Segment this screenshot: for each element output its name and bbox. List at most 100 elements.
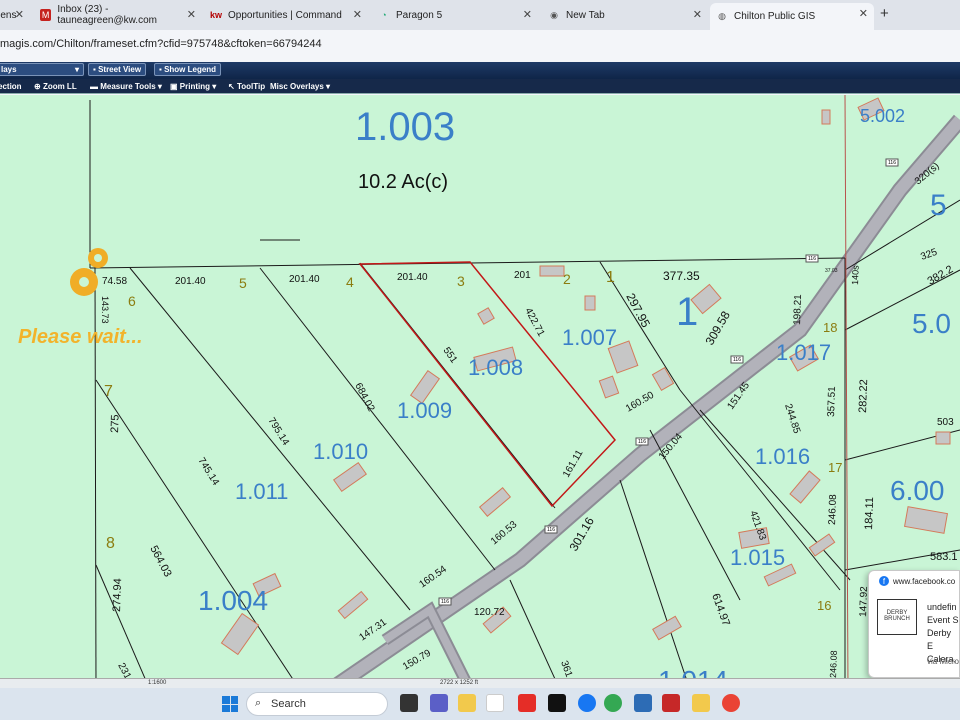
- measure-label: Measure Tools ▾: [100, 82, 162, 91]
- printing-label: Printing ▾: [179, 82, 217, 91]
- dimension-label: 150.79: [401, 648, 433, 673]
- start-button[interactable]: [222, 696, 238, 712]
- dimension-label: 361: [558, 659, 574, 678]
- parcel-id-label: 1.011: [235, 479, 288, 504]
- dimension-label: 37.03: [825, 268, 838, 274]
- popup-site: www.facebook.co: [893, 576, 956, 586]
- dimension-label: 120.72: [474, 607, 505, 618]
- task-view-icon[interactable]: [400, 694, 418, 712]
- teams-icon[interactable]: [430, 694, 448, 712]
- parcel-id-label: 1: [676, 290, 698, 334]
- parcel-id-label: 1.017: [776, 340, 831, 365]
- dimension-label: 382.2: [926, 263, 956, 287]
- parcel-id-label: 1.015: [730, 545, 785, 570]
- zoom-ll-tool[interactable]: ⊕ Zoom LL: [34, 80, 77, 93]
- close-icon[interactable]: ✕: [859, 7, 868, 20]
- dimension-label: 201.40: [175, 276, 206, 287]
- tooltip-tool[interactable]: ↖ ToolTip: [228, 80, 265, 93]
- logo-text: DERBY BRUNCH: [884, 610, 910, 622]
- dimension-label: 325: [919, 247, 939, 263]
- dimension-label: 422.71: [522, 306, 546, 339]
- app-icon[interactable]: [634, 694, 652, 712]
- dimension-label: 184.11: [863, 497, 876, 530]
- chrome-icon[interactable]: [604, 694, 622, 712]
- dimension-label: 297.95: [623, 291, 653, 330]
- zoom-label: Zoom LL: [42, 82, 77, 91]
- app-icon[interactable]: [662, 694, 680, 712]
- dimension-label: 160.53: [489, 519, 520, 547]
- dimension-label: 160.54: [417, 564, 449, 591]
- loading-gears-icon: [70, 248, 108, 296]
- show-legend-button[interactable]: ▪ Show Legend: [154, 63, 222, 76]
- parcel-id-label: 1.007: [562, 325, 617, 350]
- parcel-map-svg[interactable]: 116 116 116 116 116 116 1.003 1.007 1.00…: [0, 95, 960, 678]
- parcel-id-label: 1.003: [355, 105, 455, 149]
- search-placeholder: Search: [271, 698, 306, 710]
- netflix-icon[interactable]: [548, 694, 566, 712]
- selected-parcel-outline[interactable]: [358, 261, 616, 508]
- parcel-id-label: 1.008: [468, 355, 523, 380]
- selection-label: ection: [0, 82, 22, 91]
- tab-1[interactable]: ...ens ✕: [0, 4, 30, 26]
- parcel-id-labels: 1.003 1.007 1.008 1.009 1.010 1.011 1.00…: [198, 105, 951, 678]
- new-tab-button[interactable]: +: [880, 5, 889, 22]
- dimension-label: 74.58: [102, 276, 127, 287]
- tab-opportunities[interactable]: kw Opportunities | Command ✕: [204, 4, 368, 26]
- close-icon[interactable]: ✕: [353, 8, 362, 21]
- tab-bar: ...ens ✕ M Inbox (23) - tauneagreen@kw.c…: [0, 0, 960, 30]
- tab-chilton-gis[interactable]: ◍ Chilton Public GIS ✕: [710, 3, 874, 30]
- facebook-icon[interactable]: [578, 694, 596, 712]
- dimension-label: 143.73: [100, 296, 110, 324]
- lot-number: 17: [828, 460, 842, 475]
- parcel-map[interactable]: 116 116 116 116 116 116 1.003 1.007 1.00…: [0, 95, 960, 678]
- tooltip-label: ToolTip: [236, 82, 266, 91]
- printing-menu[interactable]: ▣ Printing ▾: [170, 80, 216, 93]
- file-explorer-icon[interactable]: [458, 694, 476, 712]
- dimension-label: 583.1: [930, 551, 958, 563]
- close-icon[interactable]: ✕: [693, 8, 702, 21]
- gis-toolbar-tools: ection ⊕ Zoom LL ▬ Measure Tools ▾ ▣ Pri…: [0, 79, 960, 94]
- tab-label: New Tab: [566, 9, 605, 21]
- lot-number: 6: [128, 293, 136, 309]
- search-icon: ⌕: [255, 697, 262, 709]
- printer-icon: ▣: [170, 82, 180, 91]
- chrome-icon[interactable]: [722, 694, 740, 712]
- taskbar-search[interactable]: ⌕ Search: [246, 692, 388, 716]
- popup-title: undefin: [927, 602, 957, 612]
- street-view-button[interactable]: ▪ Street View: [88, 63, 147, 76]
- globe-icon: ◍: [718, 11, 726, 21]
- parcel-id-label: 1.016: [755, 444, 810, 469]
- youtube-icon[interactable]: [518, 694, 536, 712]
- popup-line: Derby E: [927, 628, 952, 651]
- dimension-label: 377.35: [663, 269, 700, 283]
- tab-label: Chilton Public GIS: [734, 11, 816, 22]
- misc-overlays-menu[interactable]: Misc Overlays ▾: [270, 80, 330, 93]
- tab-new-tab[interactable]: ◉ New Tab ✕: [542, 4, 708, 26]
- popup-via: via Micro: [927, 657, 960, 666]
- measure-tools-menu[interactable]: ▬ Measure Tools ▾: [90, 80, 162, 93]
- close-icon[interactable]: ✕: [15, 8, 24, 21]
- url-text[interactable]: magis.com/Chilton/frameset.cfm?cfid=9757…: [0, 38, 322, 50]
- dimension-label: 282.22: [857, 379, 870, 413]
- tab-paragon[interactable]: ◔ Paragon 5 ✕: [372, 4, 538, 26]
- dimension-label: 201: [514, 270, 531, 281]
- address-bar[interactable]: magis.com/Chilton/frameset.cfm?cfid=9757…: [0, 30, 960, 62]
- notification-popup[interactable]: f www.facebook.co DERBY BRUNCH undefin E…: [868, 570, 960, 678]
- lot-number: 16: [817, 598, 831, 613]
- lot-number: 7: [104, 383, 113, 400]
- close-icon[interactable]: ✕: [523, 8, 532, 21]
- lot-number: 18: [823, 320, 837, 335]
- dimension-label: 275: [109, 414, 122, 433]
- amazon-icon[interactable]: [486, 694, 504, 712]
- svg-text:116: 116: [733, 357, 741, 363]
- dimension-label: 160.50: [624, 390, 656, 415]
- gis-toolbar-top: lays ▾ ▪ Street View ▪ Show Legend: [0, 62, 960, 79]
- parcel-id-label: 6.00: [890, 475, 945, 506]
- selection-tool[interactable]: ection: [0, 80, 22, 93]
- tab-inbox[interactable]: M Inbox (23) - tauneagreen@kw.com ✕: [34, 4, 202, 26]
- parcel-id-label: 5.0: [912, 308, 951, 339]
- close-icon[interactable]: ✕: [187, 8, 196, 21]
- overlays-select[interactable]: lays ▾: [0, 63, 84, 76]
- parcel-id-label: 5: [930, 189, 947, 222]
- folder-icon[interactable]: [692, 694, 710, 712]
